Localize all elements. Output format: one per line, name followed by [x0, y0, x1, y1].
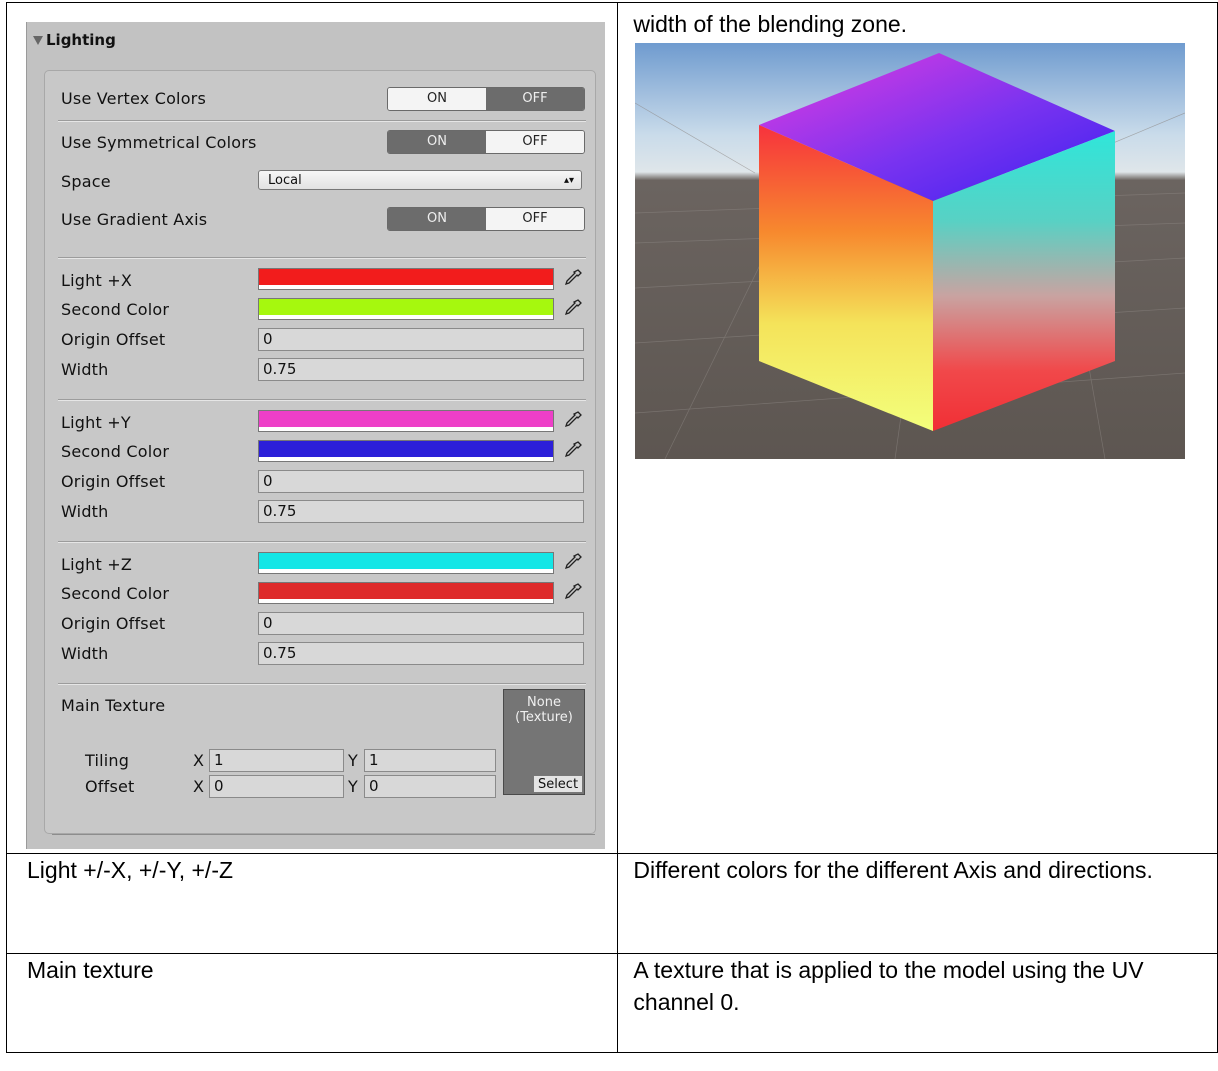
lighting-inspector-panel: Lighting Use Vertex Colors ON OFF Use Sy… — [26, 22, 605, 849]
use-gradient-axis-on[interactable]: ON — [388, 208, 486, 230]
second-color-label: Second Color — [61, 300, 170, 319]
second-color-label: Second Color — [61, 442, 170, 461]
offset-y-field[interactable]: 0 — [364, 775, 496, 798]
space-value: Local — [268, 173, 302, 188]
eyedropper-icon[interactable] — [563, 440, 583, 462]
tiling-x-field[interactable]: 1 — [209, 749, 344, 772]
second-color-y-swatch[interactable] — [258, 440, 554, 462]
use-gradient-axis-label: Use Gradient Axis — [61, 210, 208, 229]
origin-offset-z-field[interactable]: 0 — [258, 612, 584, 635]
tiling-x-label: X — [193, 751, 205, 770]
space-label: Space — [61, 172, 111, 191]
eyedropper-icon[interactable] — [563, 552, 583, 574]
origin-offset-label: Origin Offset — [61, 614, 166, 633]
use-vertex-colors-toggle[interactable]: ON OFF — [387, 87, 585, 111]
offset-x-label: X — [193, 777, 205, 796]
foldout-triangle-icon[interactable] — [33, 36, 43, 45]
eyedropper-icon[interactable] — [563, 582, 583, 604]
width-y-field[interactable]: 0.75 — [258, 500, 584, 523]
row-2-description: A texture that is applied to the model u… — [617, 953, 1218, 1053]
texture-none-text: None — [527, 695, 561, 710]
use-symmetrical-colors-label: Use Symmetrical Colors — [61, 133, 257, 152]
use-vertex-colors-label: Use Vertex Colors — [61, 89, 207, 108]
gradient-cube-preview-image — [635, 43, 1186, 459]
lighting-group-box: Use Vertex Colors ON OFF Use Symmetrical… — [44, 70, 596, 834]
width-label: Width — [61, 360, 109, 379]
divider — [58, 399, 586, 401]
width-label: Width — [61, 502, 109, 521]
second-color-z-swatch[interactable] — [258, 582, 554, 604]
light-z-label: Light +Z — [61, 555, 132, 574]
light-y-color-swatch[interactable] — [258, 410, 554, 432]
origin-offset-label: Origin Offset — [61, 330, 166, 349]
use-symmetrical-colors-off[interactable]: OFF — [486, 131, 584, 153]
offset-x-field[interactable]: 0 — [209, 775, 344, 798]
preview-cell: width of the blending zone. — [617, 2, 1218, 854]
divider — [58, 120, 586, 122]
origin-offset-label: Origin Offset — [61, 472, 166, 491]
offset-y-label: Y — [348, 777, 358, 796]
divider — [52, 834, 595, 835]
light-z-color-swatch[interactable] — [258, 552, 554, 574]
width-z-field[interactable]: 0.75 — [258, 642, 584, 665]
use-gradient-axis-off[interactable]: OFF — [486, 208, 584, 230]
preview-caption: width of the blending zone. — [633, 11, 908, 37]
foldout-label: Lighting — [46, 31, 116, 49]
texture-slot[interactable]: None (Texture) Select — [503, 689, 585, 795]
use-gradient-axis-toggle[interactable]: ON OFF — [387, 207, 585, 231]
row-2-name: Main texture — [5, 953, 619, 1053]
texture-type-text: (Texture) — [515, 710, 573, 725]
width-label: Width — [61, 644, 109, 663]
light-y-label: Light +Y — [61, 413, 131, 432]
second-color-label: Second Color — [61, 584, 170, 603]
dropdown-arrows-icon: ▴▾ — [563, 175, 574, 186]
divider — [58, 257, 586, 259]
light-x-color-swatch[interactable] — [258, 268, 554, 290]
tiling-y-field[interactable]: 1 — [364, 749, 496, 772]
use-vertex-colors-off[interactable]: OFF — [486, 88, 584, 110]
eyedropper-icon[interactable] — [563, 298, 583, 320]
use-vertex-colors-on[interactable]: ON — [388, 88, 486, 110]
eyedropper-icon[interactable] — [563, 410, 583, 432]
lighting-foldout[interactable]: Lighting — [33, 31, 116, 49]
use-symmetrical-colors-toggle[interactable]: ON OFF — [387, 130, 585, 154]
divider — [58, 541, 586, 543]
light-x-label: Light +X — [61, 271, 132, 290]
use-symmetrical-colors-on[interactable]: ON — [388, 131, 486, 153]
row-1-name: Light +/-X, +/-Y, +/-Z — [5, 853, 619, 954]
origin-offset-y-field[interactable]: 0 — [258, 470, 584, 493]
texture-select-button[interactable]: Select — [533, 775, 583, 793]
inspector-cell: Lighting Use Vertex Colors ON OFF Use Sy… — [5, 2, 619, 854]
documentation-table: Lighting Use Vertex Colors ON OFF Use Sy… — [5, 2, 1218, 1053]
second-color-x-swatch[interactable] — [258, 298, 554, 320]
width-x-field[interactable]: 0.75 — [258, 358, 584, 381]
space-dropdown[interactable]: Local ▴▾ — [258, 170, 582, 190]
offset-label: Offset — [85, 777, 135, 796]
tiling-y-label: Y — [348, 751, 358, 770]
eyedropper-icon[interactable] — [563, 268, 583, 290]
tiling-label: Tiling — [85, 751, 130, 770]
row-1-description: Different colors for the different Axis … — [617, 853, 1218, 954]
origin-offset-x-field[interactable]: 0 — [258, 328, 584, 351]
main-texture-label: Main Texture — [61, 696, 166, 715]
divider — [58, 683, 586, 685]
